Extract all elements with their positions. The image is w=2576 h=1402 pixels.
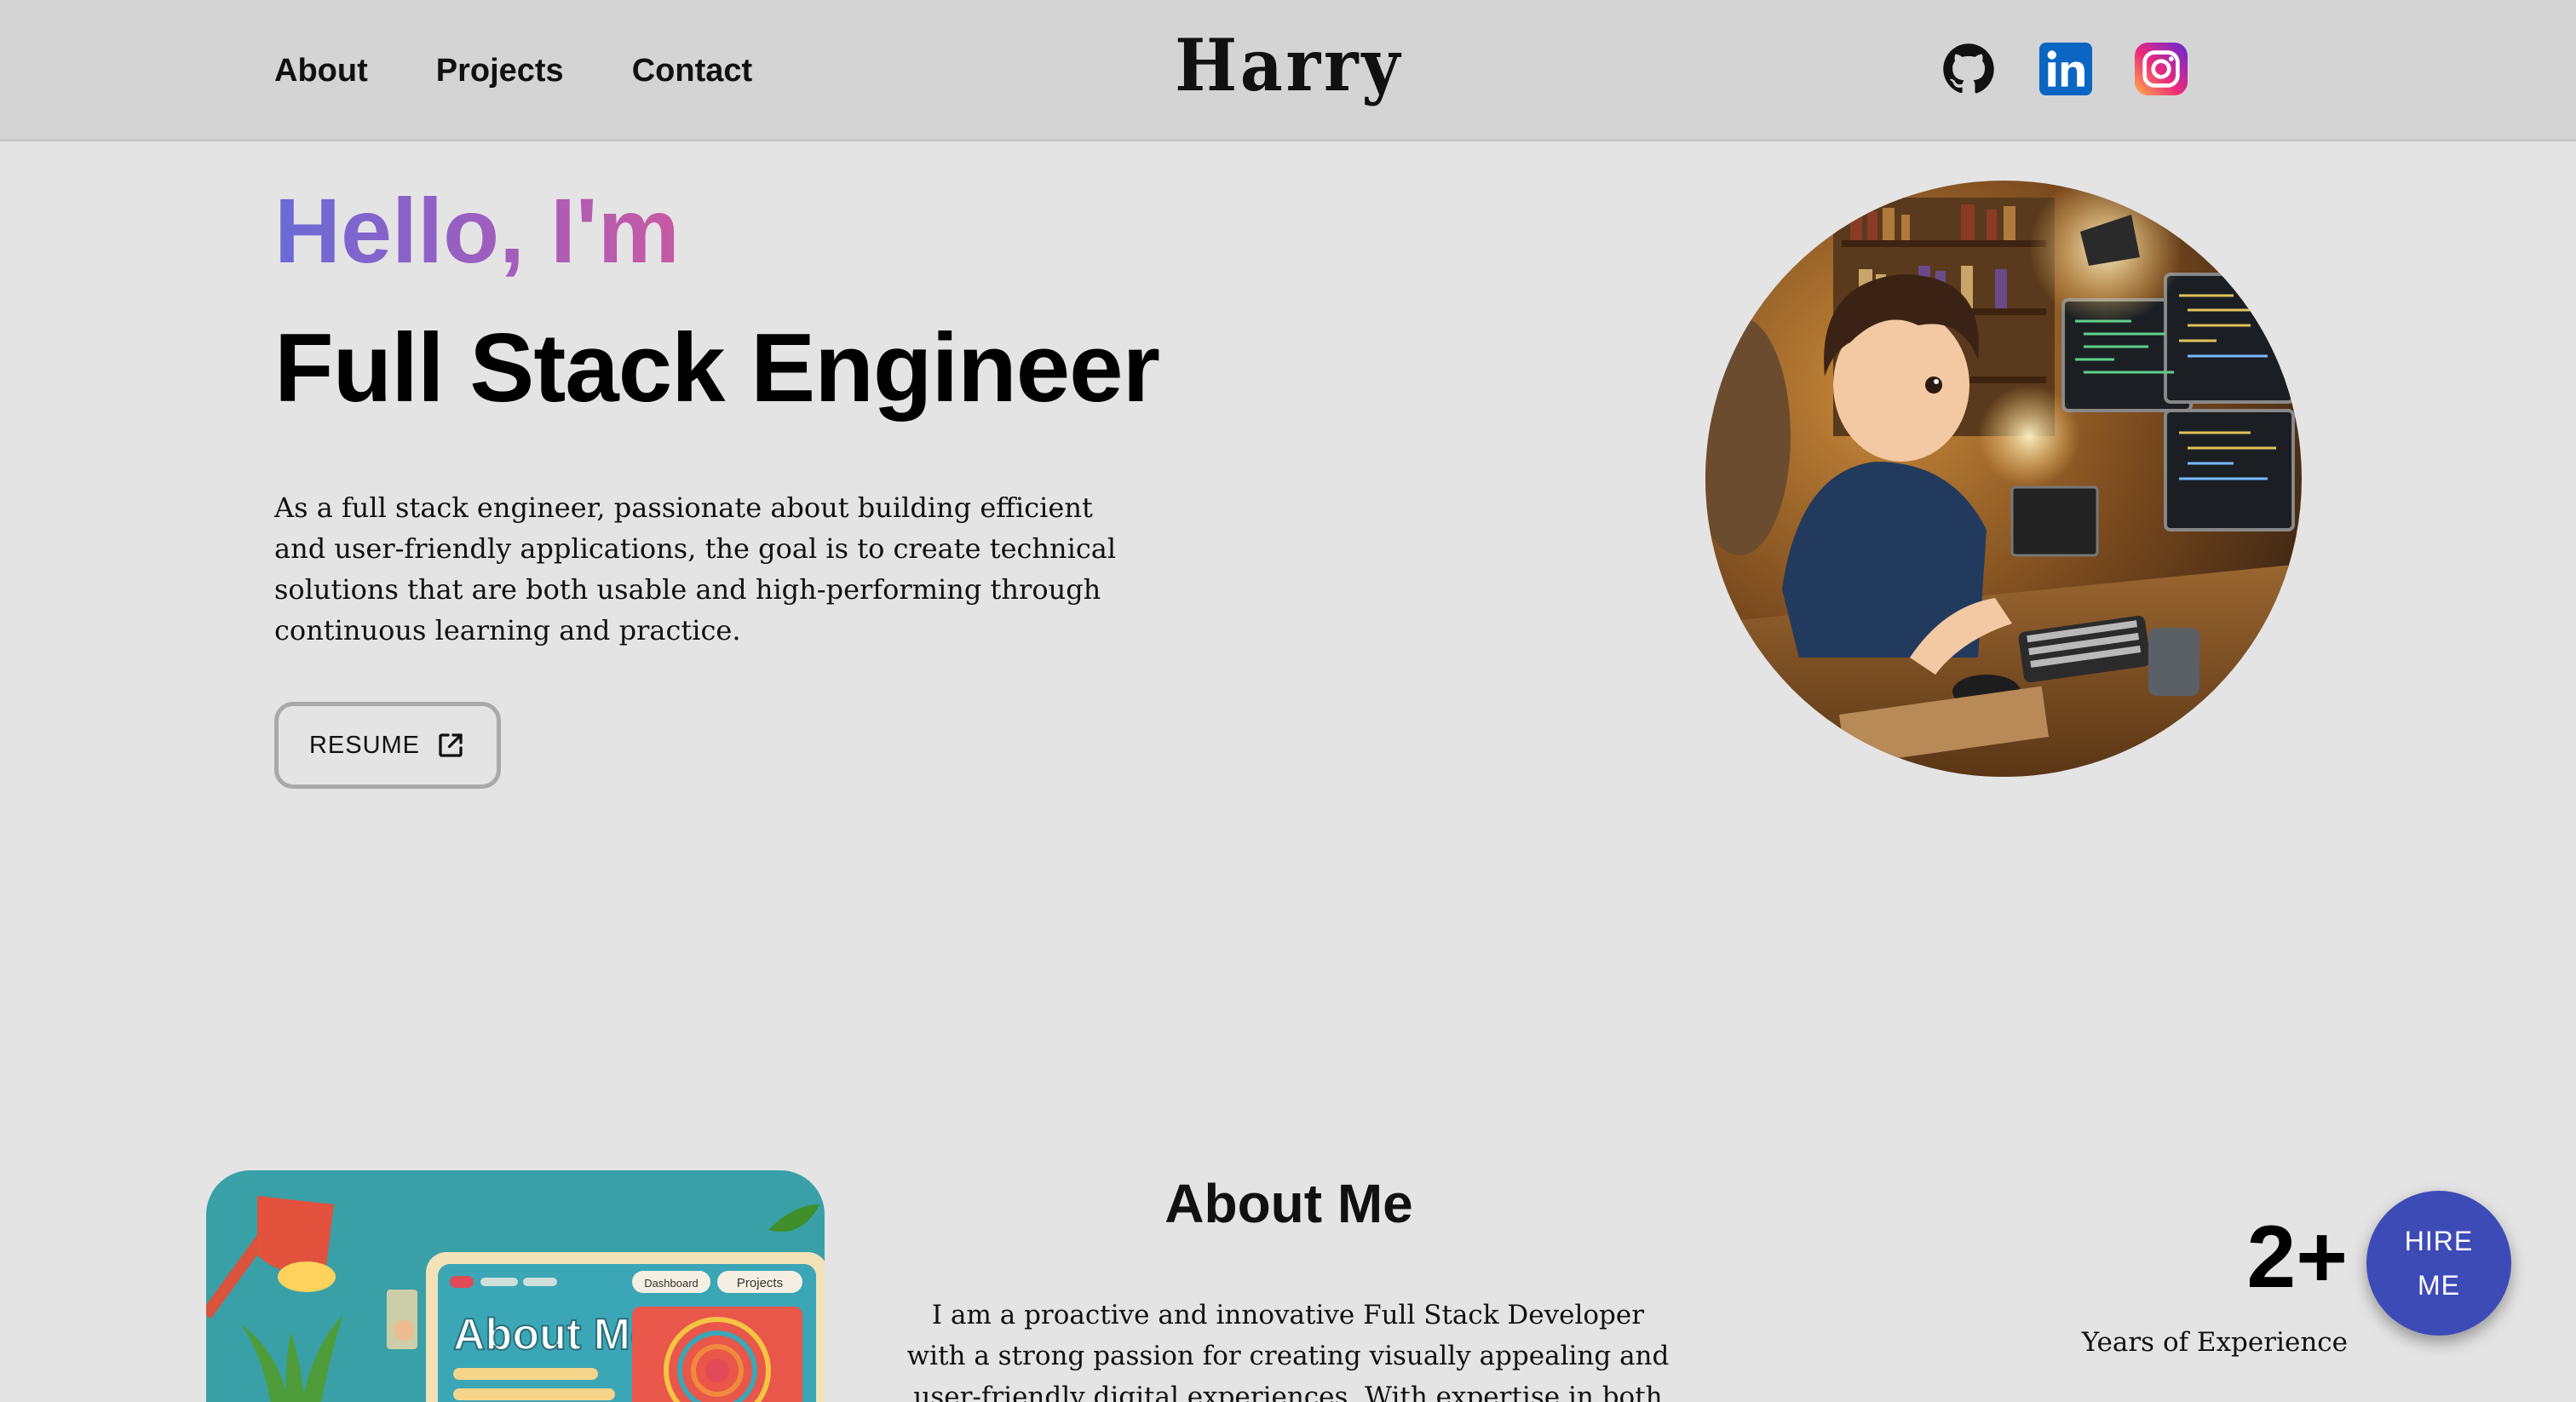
hero-illustration [1705, 181, 2302, 777]
experience-stat-label: Years of Experience [2081, 1327, 2348, 1358]
about-heading: About Me [1164, 1173, 1413, 1234]
resume-button[interactable]: RESUME [274, 702, 501, 789]
about-image-tab-1: Dashboard [644, 1277, 699, 1290]
about-image-title: About Me [453, 1310, 655, 1359]
nav-links: About Projects Contact [274, 0, 752, 141]
about-text: I am a proactive and innovative Full Sta… [906, 1300, 1670, 1402]
resume-label: RESUME [308, 731, 421, 759]
navbar: About Projects Contact Harry [0, 0, 2576, 141]
github-icon[interactable] [1942, 43, 1995, 95]
about-image-tab-2: Projects [737, 1276, 783, 1290]
nav-link-contact[interactable]: Contact [632, 53, 752, 89]
about-illustration: Dashboard Projects About Me [206, 1170, 825, 1402]
hero-greeting: Hello, I'm [274, 179, 680, 282]
nav-link-projects[interactable]: Projects [436, 53, 564, 89]
site-logo[interactable]: Harry [1175, 22, 1400, 107]
hero-description: As a full stack engineer, passionate abo… [274, 491, 1117, 646]
external-link-icon [435, 730, 466, 761]
experience-stat-value: 2+ [2246, 1208, 2348, 1307]
nav-link-about[interactable]: About [274, 53, 368, 89]
hero-title: Full Stack Engineer [274, 314, 1160, 422]
instagram-icon[interactable] [2135, 43, 2188, 95]
linkedin-icon[interactable] [2039, 43, 2092, 95]
hire-me-label: HIRE ME [2404, 1226, 2474, 1301]
hire-me-button[interactable]: HIRE ME [2366, 1191, 2511, 1336]
